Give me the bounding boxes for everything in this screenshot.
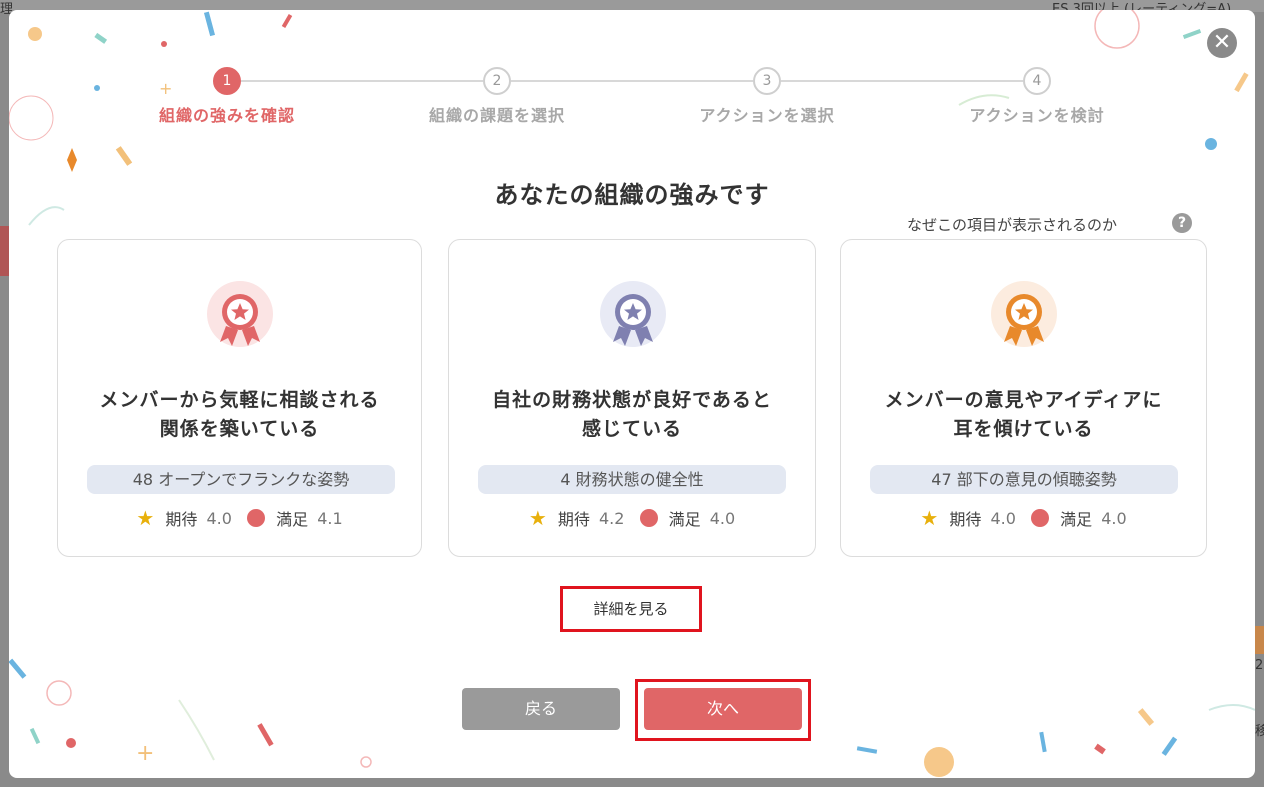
award-ribbon-orange-icon — [991, 281, 1057, 347]
category-chip: 47 部下の意見の傾聴姿勢 — [870, 465, 1178, 494]
strength-title: メンバーから気軽に相談される 関係を築いている — [58, 386, 421, 444]
view-details-link[interactable]: 詳細を見る — [560, 586, 702, 632]
svg-text:+: + — [159, 79, 172, 98]
satisfaction-dot-icon — [1031, 509, 1050, 527]
strength-title-line: 感じている — [581, 418, 682, 440]
why-shown-link[interactable]: なぜこの項目が表示されるのか — [907, 214, 1117, 235]
step-2-label: 組織の課題を選択 — [428, 106, 565, 125]
background-side-accent-right — [1255, 626, 1264, 654]
help-icon[interactable]: ? — [1172, 213, 1192, 233]
satisfaction-dot-icon — [639, 509, 658, 527]
close-icon: ✕ — [1212, 30, 1232, 55]
strength-title: 自社の財務状態が良好であると 感じている — [449, 386, 815, 444]
background-side-char: 移 — [1255, 724, 1264, 739]
background-side-number: 2 — [1255, 658, 1264, 673]
strengths-modal: + + ✕ 1 2 3 4 組織の強みを確認 組織の課題を選択 アクションを選択… — [9, 10, 1255, 778]
satisfy-label: 満足 — [276, 510, 309, 529]
satisfy-value: 4.1 — [317, 508, 343, 528]
star-icon: ★ — [920, 506, 939, 530]
stepper-connector — [511, 80, 753, 82]
satisfy-label: 満足 — [1060, 510, 1093, 529]
step-3-number: 3 — [753, 67, 781, 95]
expect-value: 4.2 — [598, 508, 625, 528]
score-row: ★ 期待 4.2 満足 4.0 — [449, 506, 815, 530]
strength-card: 自社の財務状態が良好であると 感じている 4 財務状態の健全性 ★ 期待 4.2… — [448, 239, 816, 557]
satisfy-value: 4.0 — [709, 508, 736, 528]
expect-value: 4.0 — [206, 508, 232, 528]
award-ribbon-purple-icon — [600, 281, 666, 347]
strength-title-line: メンバーから気軽に相談される — [99, 389, 380, 411]
svg-text:+: + — [136, 741, 154, 766]
strength-title-line: 関係を築いている — [159, 418, 320, 440]
star-icon: ★ — [528, 506, 547, 530]
satisfy-label: 満足 — [668, 510, 701, 529]
score-row: ★ 期待 4.0 満足 4.0 — [841, 506, 1206, 530]
step-3-label: アクションを選択 — [699, 106, 835, 125]
expect-label: 期待 — [949, 510, 982, 529]
step-2-number: 2 — [483, 67, 511, 95]
stepper-connector — [781, 80, 1023, 82]
score-row: ★ 期待 4.0 満足 4.1 — [58, 506, 421, 530]
strength-title-line: 耳を傾けている — [953, 418, 1094, 440]
step-1-label: 組織の強みを確認 — [158, 106, 295, 125]
close-button[interactable]: ✕ — [1207, 28, 1237, 58]
satisfaction-dot-icon — [247, 509, 266, 527]
stepper-connector — [241, 80, 483, 82]
step-4-number: 4 — [1023, 67, 1051, 95]
step-1-number: 1 — [213, 67, 241, 95]
background-side-accent — [0, 226, 9, 276]
award-ribbon-red-icon — [207, 281, 273, 347]
next-button[interactable]: 次へ — [644, 688, 802, 730]
satisfy-value: 4.0 — [1101, 508, 1127, 528]
expect-label: 期待 — [165, 510, 198, 529]
strength-title-line: メンバーの意見やアイディアに — [884, 389, 1163, 411]
category-chip: 4 財務状態の健全性 — [478, 465, 786, 494]
category-chip: 48 オープンでフランクな姿勢 — [87, 465, 395, 494]
expect-label: 期待 — [557, 510, 590, 529]
strength-title-line: 自社の財務状態が良好であると — [492, 389, 772, 411]
expect-value: 4.0 — [990, 508, 1016, 528]
back-button[interactable]: 戻る — [462, 688, 620, 730]
step-4-label: アクションを検討 — [969, 106, 1105, 125]
page-title: あなたの組織の強みです — [494, 181, 770, 209]
star-icon: ★ — [136, 506, 155, 530]
strength-title: メンバーの意見やアイディアに 耳を傾けている — [841, 386, 1206, 444]
strength-card: メンバーから気軽に相談される 関係を築いている 48 オープンでフランクな姿勢 … — [57, 239, 422, 557]
strength-card: メンバーの意見やアイディアに 耳を傾けている 47 部下の意見の傾聴姿勢 ★ 期… — [840, 239, 1207, 557]
